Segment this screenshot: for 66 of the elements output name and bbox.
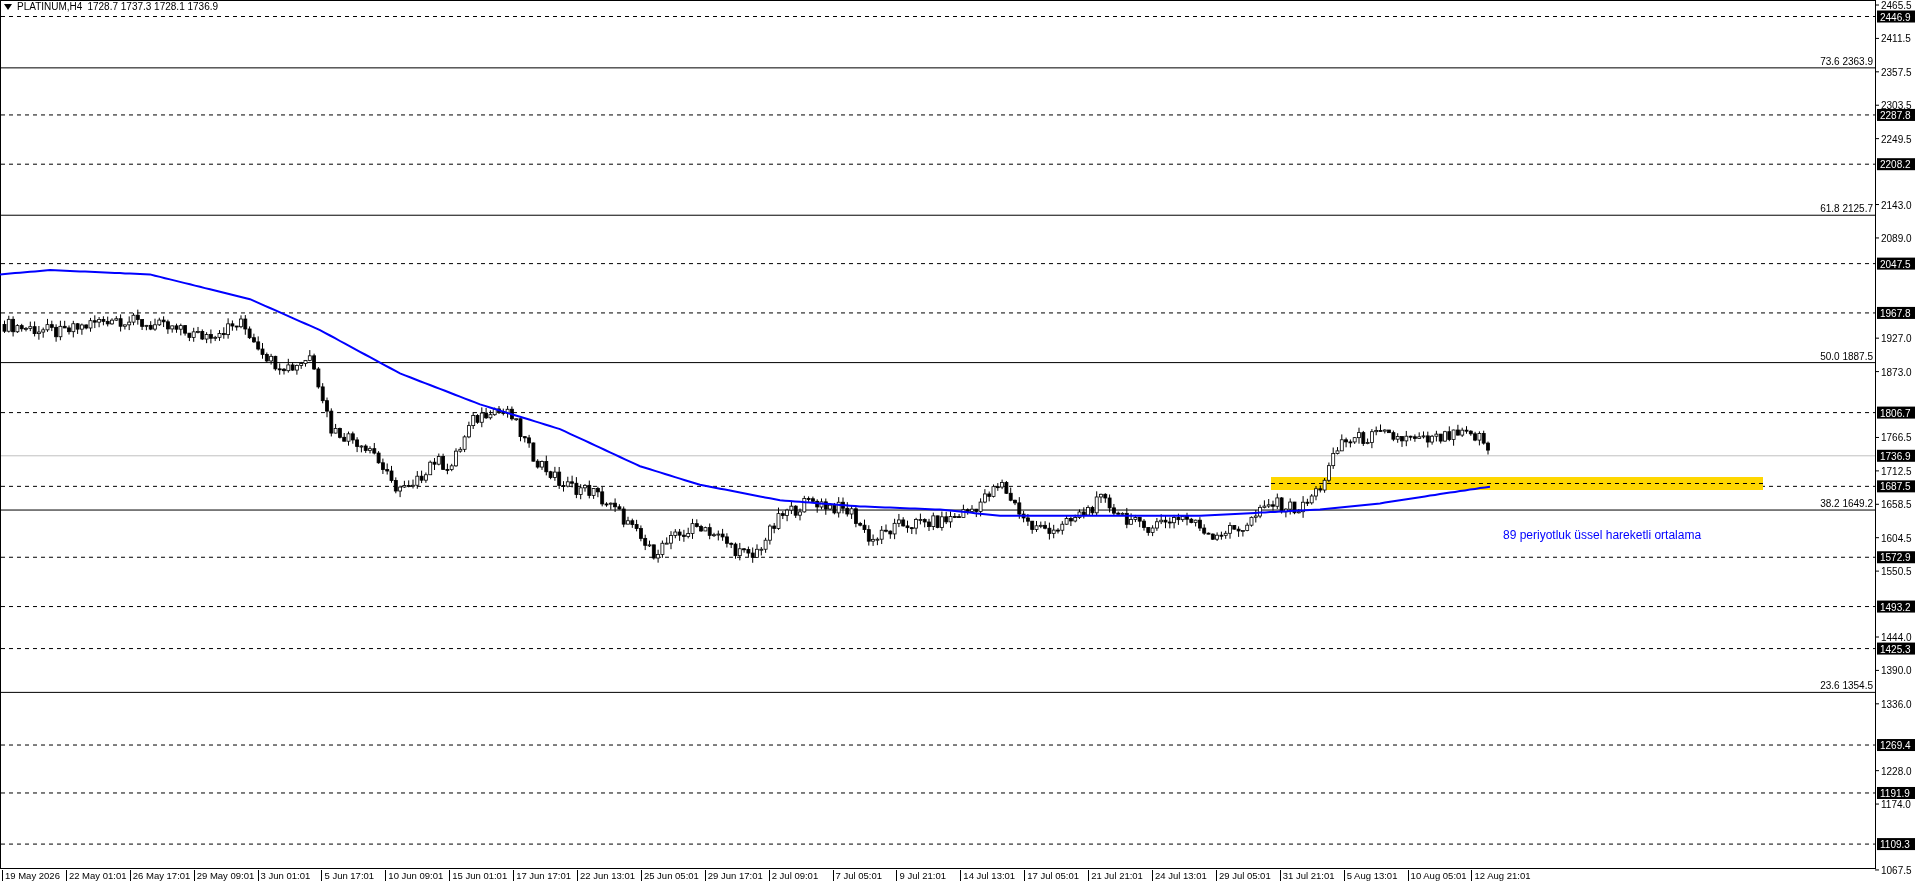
- price-label: 1687.5: [1877, 480, 1915, 493]
- price-label: 2208.2: [1877, 158, 1915, 171]
- price-tick-label: 1174.0: [1881, 799, 1911, 811]
- time-label: 10 Aug 05:01: [1407, 870, 1472, 881]
- time-label: 19 May 2026: [2, 870, 66, 881]
- fibonacci-label: 23.6 1354.5: [1820, 680, 1873, 692]
- time-label: 9 Jul 21:01: [896, 870, 961, 881]
- price-label: 2047.5: [1877, 257, 1915, 270]
- time-label: 17 Jun 17:01: [513, 870, 577, 881]
- price-label: 1967.8: [1877, 306, 1915, 319]
- time-label: 26 May 17:01: [129, 870, 194, 881]
- price-label: 1806.7: [1877, 406, 1915, 419]
- price-label: 1109.3: [1877, 838, 1915, 851]
- price-tick-label: 1228.0: [1881, 765, 1912, 777]
- price-tick-label: 2357.5: [1881, 66, 1912, 78]
- price-tick-label: 1444.0: [1881, 632, 1912, 643]
- time-label: 25 Jun 05:01: [640, 870, 705, 881]
- time-label: 17 Jul 05:01: [1024, 870, 1089, 881]
- price-tick-label: 1067.5: [1881, 864, 1912, 876]
- price-tick-label: 2249.5: [1881, 133, 1912, 145]
- price-label: 2446.9: [1877, 10, 1915, 23]
- fibonacci-label: 38.2 1649.2: [1820, 498, 1873, 510]
- price-label: 1269.4: [1877, 739, 1915, 752]
- price-tick-label: 1550.5: [1881, 566, 1912, 578]
- price-label: 2287.8: [1877, 108, 1915, 121]
- time-label: 24 Jul 13:01: [1152, 870, 1216, 881]
- time-label: 2 Jul 09:01: [768, 870, 833, 881]
- time-label: 15 Jun 01:01: [449, 870, 514, 881]
- fibonacci-label: 61.8 2125.7: [1820, 203, 1873, 215]
- time-label: 10 Jun 09:01: [385, 870, 450, 881]
- price-tick-label: 1712.5: [1881, 465, 1912, 477]
- price-tick-label: 1604.5: [1881, 532, 1912, 544]
- price-tick-label: 1336.0: [1881, 698, 1912, 710]
- ohlc-values: 1728.7 1737.3 1728.1 1736.9: [87, 1, 219, 12]
- price-tick-label: 2089.0: [1881, 232, 1912, 244]
- price-tick-label: 1873.0: [1881, 366, 1912, 378]
- time-label: 21 Jul 21:01: [1088, 870, 1153, 881]
- fibonacci-label: 50.0 1887.5: [1820, 350, 1873, 362]
- price-tick-label: 2411.5: [1881, 33, 1911, 45]
- time-label: 7 Jul 05:01: [832, 870, 897, 881]
- price-label: 1493.2: [1877, 600, 1915, 613]
- price-tick-label: 2143.0: [1881, 199, 1912, 211]
- time-label: 29 Jun 17:01: [704, 870, 769, 881]
- price-tick-label: 1766.5: [1881, 432, 1912, 444]
- time-label: 5 Aug 13:01: [1343, 870, 1408, 881]
- time-label: 22 Jun 13:01: [577, 870, 641, 881]
- price-tick-label: 1927.0: [1881, 333, 1912, 345]
- price-label: 1736.9: [1877, 449, 1915, 462]
- price-label: 1572.9: [1877, 551, 1915, 564]
- time-label: 31 Jul 21:01: [1279, 870, 1344, 881]
- time-label: 12 Aug 21:01: [1471, 870, 1536, 881]
- annotation-text: 89 periyotluk üssel hareketli ortalama: [1503, 528, 1702, 542]
- symbol-label: PLATINUM,H4: [17, 1, 83, 12]
- price-label: 1425.3: [1877, 642, 1915, 655]
- time-label: 3 Jun 01:01: [257, 870, 322, 881]
- price-label: 1191.9: [1877, 787, 1915, 799]
- time-label: 22 May 01:01: [65, 870, 130, 881]
- dropdown-icon[interactable]: [4, 3, 12, 10]
- time-label: 29 May 09:01: [193, 870, 258, 881]
- price-tick-label: 2465.5: [1881, 0, 1912, 11]
- fibonacci-label: 73.6 2363.9: [1820, 55, 1873, 67]
- price-tick-label: 1390.0: [1881, 665, 1912, 677]
- price-tick-label: 1658.5: [1881, 499, 1912, 511]
- time-label: 5 Jun 17:01: [321, 870, 386, 881]
- time-label: 14 Jul 13:01: [960, 870, 1025, 881]
- time-label: 29 Jul 05:01: [1215, 870, 1280, 881]
